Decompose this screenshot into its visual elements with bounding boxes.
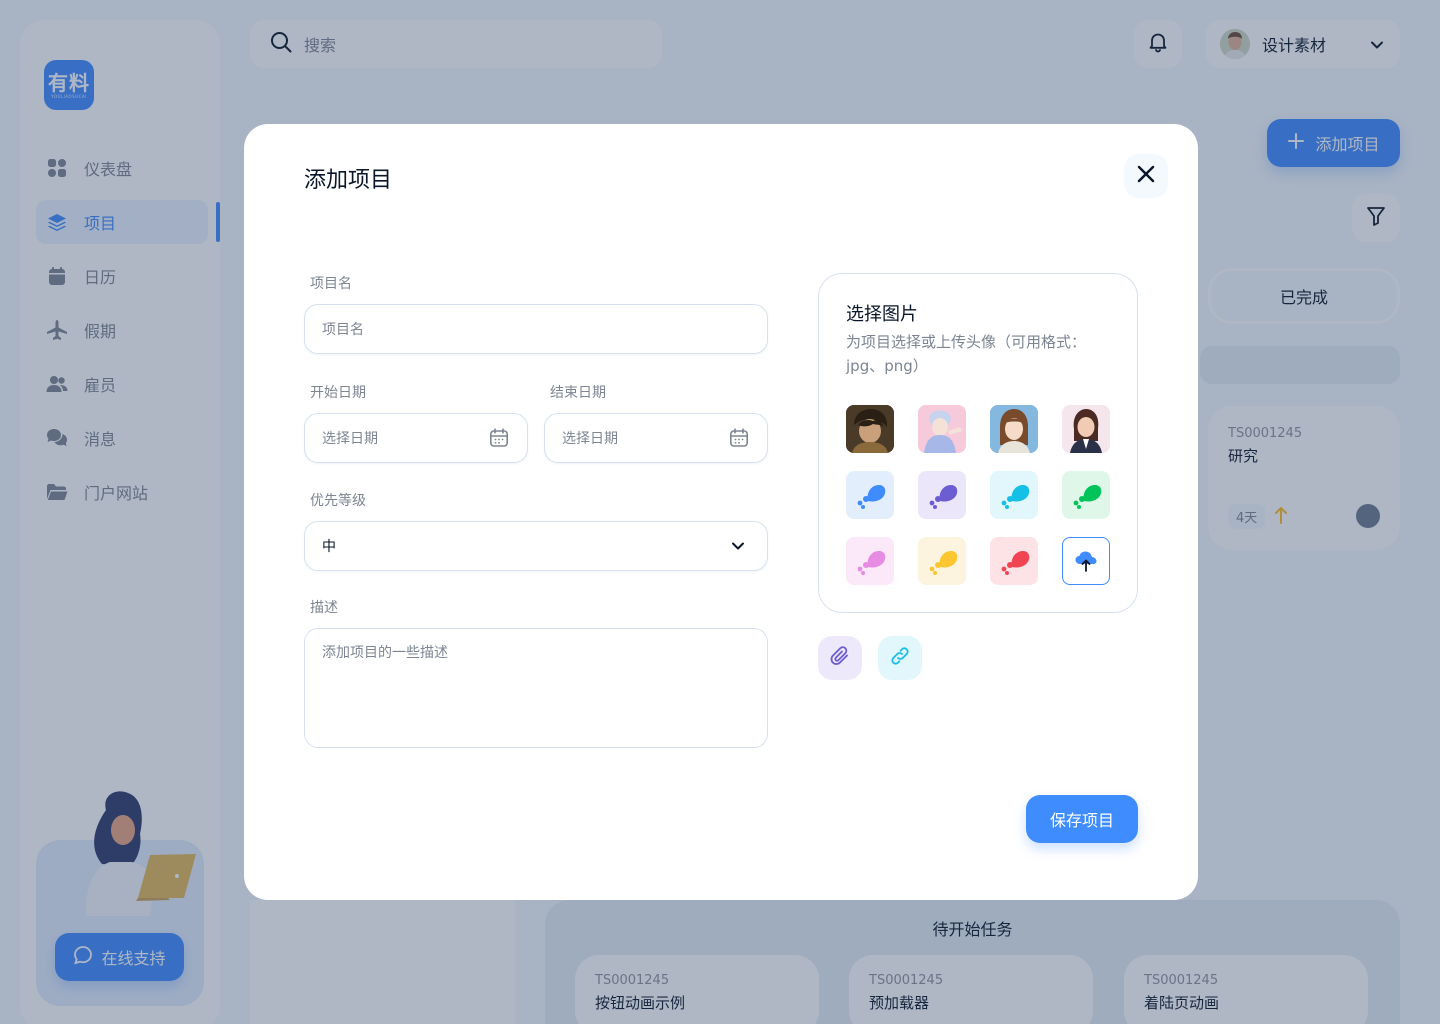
calendar-icon — [489, 428, 509, 452]
priority-label: 优先等级 — [310, 493, 366, 509]
avatar-option[interactable] — [990, 405, 1038, 453]
description-textarea[interactable]: 添加项目的一些描述 — [304, 628, 768, 748]
dialog-title: 添加项目 — [304, 168, 393, 193]
chevron-down-icon — [731, 539, 745, 555]
character-avatar-icon — [990, 405, 1038, 453]
blob-avatar-icon — [929, 551, 958, 575]
end-date-label: 结束日期 — [550, 385, 606, 401]
description-label: 描述 — [310, 600, 338, 616]
avatar-option[interactable] — [846, 405, 894, 453]
start-date-placeholder: 选择日期 — [322, 431, 378, 447]
start-date-picker[interactable]: 选择日期 — [304, 413, 528, 463]
end-date-picker[interactable]: 选择日期 — [544, 413, 768, 463]
start-date-label: 开始日期 — [310, 385, 366, 401]
avatar-option[interactable] — [1062, 471, 1110, 519]
save-project-button[interactable]: 保存项目 — [1026, 795, 1138, 843]
paperclip-icon — [828, 644, 852, 672]
avatar-option[interactable] — [918, 537, 966, 585]
blob-avatar-icon — [857, 485, 886, 509]
attach-link-button[interactable] — [878, 636, 922, 680]
blob-avatar-icon — [1073, 485, 1102, 509]
image-picker: 选择图片 为项目选择或上传头像（可用格式：jpg、png） — [818, 273, 1138, 613]
close-icon — [1137, 165, 1155, 187]
avatar-option[interactable] — [846, 537, 894, 585]
project-name-placeholder: 项目名 — [322, 322, 364, 338]
end-date-placeholder: 选择日期 — [562, 431, 618, 447]
blob-avatar-icon — [929, 485, 958, 509]
image-picker-subtitle: 为项目选择或上传头像（可用格式：jpg、png） — [846, 333, 1087, 375]
calendar-icon — [729, 428, 749, 452]
character-avatar-icon — [1062, 405, 1110, 453]
avatar-option[interactable] — [846, 471, 894, 519]
save-project-label: 保存项目 — [1049, 811, 1114, 830]
project-name-label: 项目名 — [310, 276, 352, 292]
upload-image-button[interactable] — [1062, 537, 1110, 585]
description-placeholder: 添加项目的一些描述 — [322, 645, 448, 661]
avatar-option[interactable] — [990, 471, 1038, 519]
avatar-option[interactable] — [990, 537, 1038, 585]
link-icon — [888, 644, 912, 672]
avatar-option[interactable] — [1062, 405, 1110, 453]
close-button[interactable] — [1124, 154, 1168, 198]
priority-select[interactable]: 中 — [304, 521, 768, 571]
character-avatar-icon — [846, 405, 894, 453]
project-name-input[interactable]: 项目名 — [304, 304, 768, 354]
blob-avatar-icon — [1001, 485, 1030, 509]
attach-file-button[interactable] — [818, 636, 862, 680]
priority-value: 中 — [322, 539, 336, 555]
character-avatar-icon — [918, 405, 966, 453]
avatar-option[interactable] — [918, 405, 966, 453]
avatar-option[interactable] — [918, 471, 966, 519]
image-picker-title: 选择图片 — [846, 304, 918, 325]
cloud-upload-icon — [1075, 551, 1097, 572]
add-project-dialog: 添加项目 项目名 项目名 开始日期 选择日期 结束日期 选择日期 优先等级 中 … — [244, 124, 1198, 900]
blob-avatar-icon — [1001, 551, 1030, 575]
blob-avatar-icon — [857, 551, 886, 575]
